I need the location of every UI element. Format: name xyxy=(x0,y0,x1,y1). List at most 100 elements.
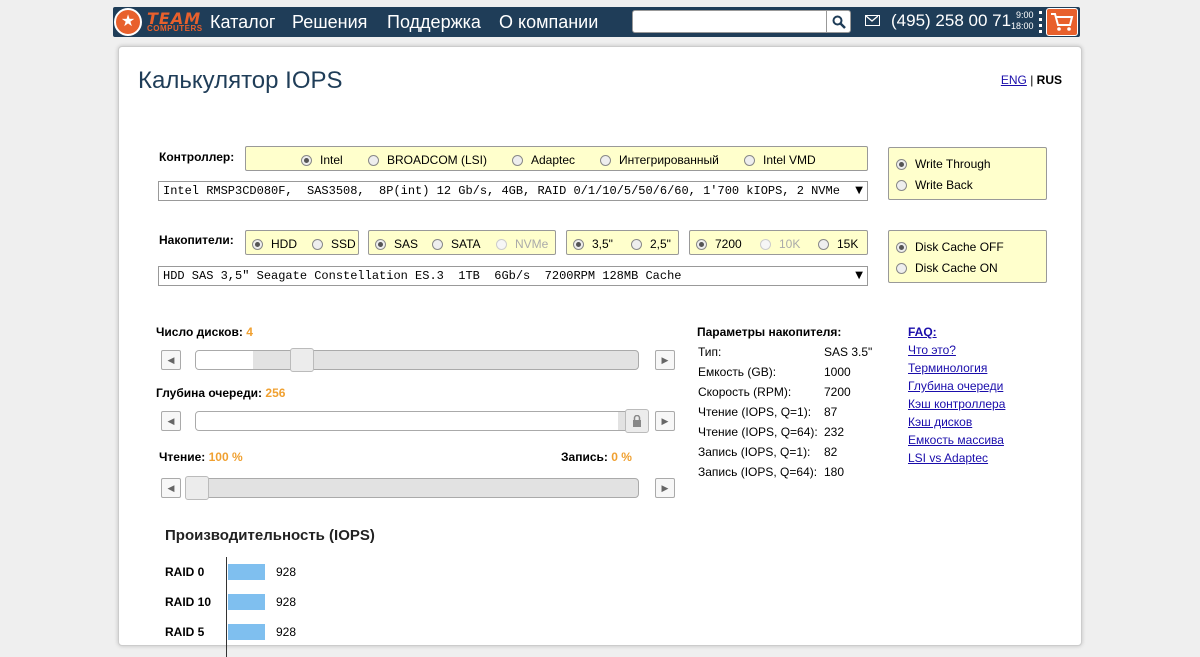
param-value: 1000 xyxy=(824,365,851,379)
media-group: HDD SSD xyxy=(245,230,359,255)
radio-label: Adaptec xyxy=(531,153,576,167)
param-label: Емкость (GB): xyxy=(698,365,777,379)
queue-slider-track[interactable] xyxy=(195,411,639,431)
radio-integrated[interactable]: Интегрированный xyxy=(600,153,719,167)
radio-label: SATA xyxy=(451,237,481,251)
radio-sas[interactable]: SAS xyxy=(375,237,418,251)
queue-increase-button[interactable]: ▶ xyxy=(655,411,675,431)
mix-increase-button[interactable]: ▶ xyxy=(655,478,675,498)
faq-title[interactable]: FAQ: xyxy=(908,325,937,339)
logo-subtext: COMPUTERS xyxy=(147,24,203,33)
disks-slider-track[interactable] xyxy=(195,350,639,370)
select-value: HDD SAS 3,5" Seagate Constellation ES.3 … xyxy=(163,269,682,283)
radio-adaptec[interactable]: Adaptec xyxy=(512,153,575,167)
radio-label: Write Back xyxy=(915,178,973,192)
controller-model-select[interactable]: Intel RMSP3CD080F, SAS3508, 8P(int) 12 G… xyxy=(158,181,868,201)
arrow-right-icon: ▶ xyxy=(661,482,669,493)
radio-label: Write Through xyxy=(915,157,991,171)
faq-link[interactable]: Что это? xyxy=(908,343,956,357)
radio-dot xyxy=(375,238,386,250)
chart-value-label: 928 xyxy=(276,595,297,609)
radio-label: Disk Cache OFF xyxy=(915,240,1004,254)
chart-category-label: RAID 5 xyxy=(165,625,205,639)
read-write-slider-track[interactable] xyxy=(185,478,639,498)
queue-decrease-button[interactable]: ◀ xyxy=(161,411,181,431)
write-percent-value: 0 % xyxy=(611,450,632,464)
radio-write-through[interactable]: Write Through xyxy=(896,157,991,171)
faq-link[interactable]: Кэш дисков xyxy=(908,415,972,429)
disks-increase-button[interactable]: ▶ xyxy=(655,350,675,370)
param-value: 232 xyxy=(824,425,845,439)
phone-number[interactable]: (495) 258 00 71 xyxy=(891,11,1011,31)
radio-dot xyxy=(368,154,379,166)
param-label: Скорость (RPM): xyxy=(698,385,792,399)
top-nav: ★ TEAM COMPUTERS Каталог Решения Поддерж… xyxy=(113,7,1080,37)
param-label: Запись (IOPS, Q=64): xyxy=(698,465,818,479)
radio-intel[interactable]: Intel xyxy=(301,153,343,167)
radio-hdd[interactable]: HDD xyxy=(252,237,297,251)
radio-3-5[interactable]: 3,5" xyxy=(573,237,613,251)
param-value: 87 xyxy=(824,405,838,419)
radio-intel-vmd[interactable]: Intel VMD xyxy=(744,153,816,167)
chart-category-label: RAID 0 xyxy=(165,565,205,579)
nav-catalog[interactable]: Каталог xyxy=(210,12,275,33)
faq-link[interactable]: Кэш контроллера xyxy=(908,397,1005,411)
search-input[interactable] xyxy=(632,10,851,33)
star-logo-icon: ★ xyxy=(114,8,142,36)
disks-decrease-button[interactable]: ◀ xyxy=(161,350,181,370)
arrow-right-icon: ▶ xyxy=(661,354,669,365)
params-title: Параметры накопителя: xyxy=(697,325,842,339)
mix-decrease-button[interactable]: ◀ xyxy=(161,478,181,498)
mail-icon[interactable] xyxy=(865,15,880,26)
radio-sata[interactable]: SATA xyxy=(432,237,481,251)
radio-disk-cache-off[interactable]: Disk Cache OFF xyxy=(896,240,1004,254)
chart-title: Производительность (IOPS) xyxy=(165,527,375,544)
radio-7200[interactable]: 7200 xyxy=(696,237,742,251)
queue-slider-handle[interactable] xyxy=(625,409,649,433)
cart-icon xyxy=(1051,13,1074,31)
nav-solutions[interactable]: Решения xyxy=(292,12,367,33)
cart-button[interactable] xyxy=(1046,8,1078,36)
radio-label: HDD xyxy=(271,237,297,251)
nav-about[interactable]: О компании xyxy=(499,12,598,33)
controller-vendor-group: Intel BROADCOM (LSI) Adaptec Интегрирова… xyxy=(245,146,868,171)
chevron-down-icon: ▼ xyxy=(855,270,863,281)
chart-bar xyxy=(228,624,265,640)
radio-disk-cache-on[interactable]: Disk Cache ON xyxy=(896,261,998,275)
radio-label: BROADCOM (LSI) xyxy=(387,153,488,167)
radio-dot xyxy=(896,241,907,253)
faq-link[interactable]: Терминология xyxy=(908,361,987,375)
drive-model-select[interactable]: HDD SAS 3,5" Seagate Constellation ES.3 … xyxy=(158,266,868,286)
read-label: Чтение: 100 % xyxy=(159,450,243,464)
slider-label: Число дисков: xyxy=(156,325,243,339)
radio-label: NVMe xyxy=(515,237,549,251)
queue-depth-label: Глубина очереди: 256 xyxy=(156,386,285,400)
read-write-slider-handle[interactable] xyxy=(185,476,209,500)
search-button[interactable] xyxy=(826,10,851,33)
faq-link[interactable]: Глубина очереди xyxy=(908,379,1003,393)
hours-close: 18:00 xyxy=(1011,21,1034,31)
radio-label: SAS xyxy=(394,237,419,251)
faq-link[interactable]: LSI vs Adaptec xyxy=(908,451,988,465)
radio-15k[interactable]: 15K xyxy=(818,237,858,251)
radio-write-back[interactable]: Write Back xyxy=(896,178,973,192)
param-label: Чтение (IOPS, Q=1): xyxy=(698,405,812,419)
faq-link[interactable]: Емкость массива xyxy=(908,433,1004,447)
arrow-left-icon: ◀ xyxy=(167,482,175,493)
radio-label: 3,5" xyxy=(592,237,613,251)
radio-2-5[interactable]: 2,5" xyxy=(631,237,671,251)
lang-eng-link[interactable]: ENG xyxy=(1001,73,1027,87)
nav-support[interactable]: Поддержка xyxy=(387,12,481,33)
arrow-left-icon: ◀ xyxy=(167,415,175,426)
write-label: Запись: 0 % xyxy=(561,450,632,464)
radio-dot xyxy=(744,154,755,166)
interface-group: SAS SATA NVMe xyxy=(368,230,556,255)
radio-dot xyxy=(312,238,323,250)
radio-ssd[interactable]: SSD xyxy=(312,237,356,251)
disks-slider-handle[interactable] xyxy=(289,348,314,372)
radio-broadcom[interactable]: BROADCOM (LSI) xyxy=(368,153,487,167)
form-factor-group: 3,5" 2,5" xyxy=(566,230,679,255)
language-switch: ENG | RUS xyxy=(1001,73,1062,87)
logo[interactable]: ★ TEAM COMPUTERS xyxy=(113,7,205,37)
lang-separator: | xyxy=(1030,73,1034,87)
